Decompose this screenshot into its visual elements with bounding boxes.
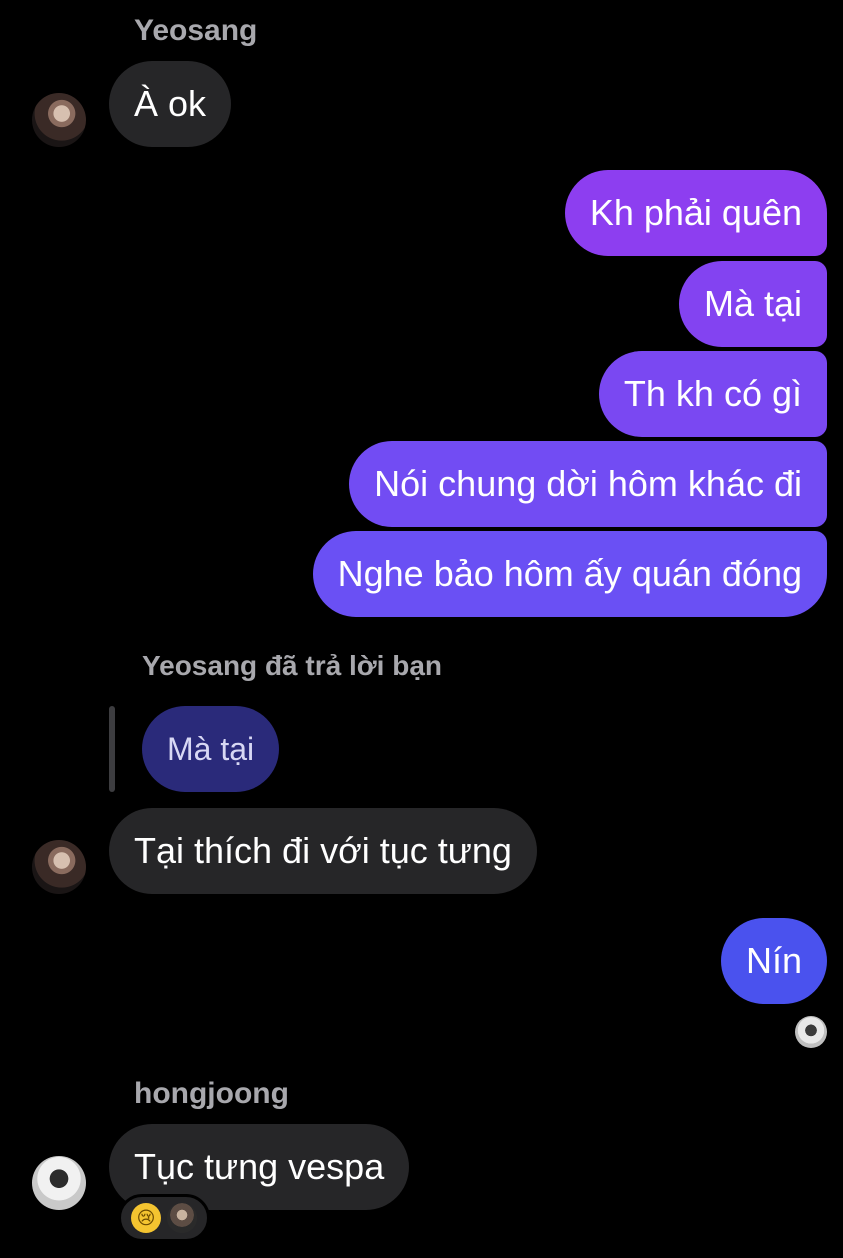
reply-indicator-line [109, 706, 115, 792]
incoming-message[interactable]: Tại thích đi với tục tưng [109, 808, 537, 894]
sender-name-yeosang: Yeosang [134, 14, 258, 47]
sender-name-hongjoong: hongjoong [134, 1077, 289, 1110]
message-text: Tục tưng vespa [134, 1146, 385, 1187]
hongjoong-avatar[interactable] [32, 1156, 86, 1210]
outgoing-message[interactable]: Nói chung dời hôm khác đi [349, 441, 827, 527]
message-text: Nói chung dời hôm khác đi [374, 463, 802, 504]
outgoing-message[interactable]: Nín [720, 918, 827, 1004]
reactor-avatar-icon [167, 1203, 197, 1233]
message-text: Tại thích đi với tục tưng [134, 830, 512, 871]
yeosang-avatar[interactable] [32, 93, 86, 147]
quoted-text: Mà tại [167, 730, 255, 767]
message-text: Nín [745, 940, 802, 981]
message-text: Th kh có gì [623, 373, 802, 414]
incoming-message[interactable]: À ok [109, 61, 232, 147]
reply-caption: Yeosang đã trả lời bạn [142, 650, 442, 681]
seen-avatar-icon [795, 1016, 827, 1048]
message-text: Mà tại [703, 283, 802, 324]
outgoing-message[interactable]: Mà tại [678, 261, 827, 347]
outgoing-message[interactable]: Nghe bảo hôm ấy quán đóng [312, 531, 827, 617]
reactions-pill[interactable]: 😢 [118, 1194, 210, 1242]
message-text: Nghe bảo hôm ấy quán đóng [337, 553, 802, 594]
outgoing-message[interactable]: Kh phải quên [564, 170, 827, 256]
outgoing-message[interactable]: Th kh có gì [598, 351, 827, 437]
message-text: À ok [134, 83, 207, 124]
crying-emoji-icon: 😢 [131, 1203, 161, 1233]
message-text: Kh phải quên [589, 192, 802, 233]
yeosang-avatar[interactable] [32, 840, 86, 894]
quoted-message[interactable]: Mà tại [142, 706, 280, 792]
